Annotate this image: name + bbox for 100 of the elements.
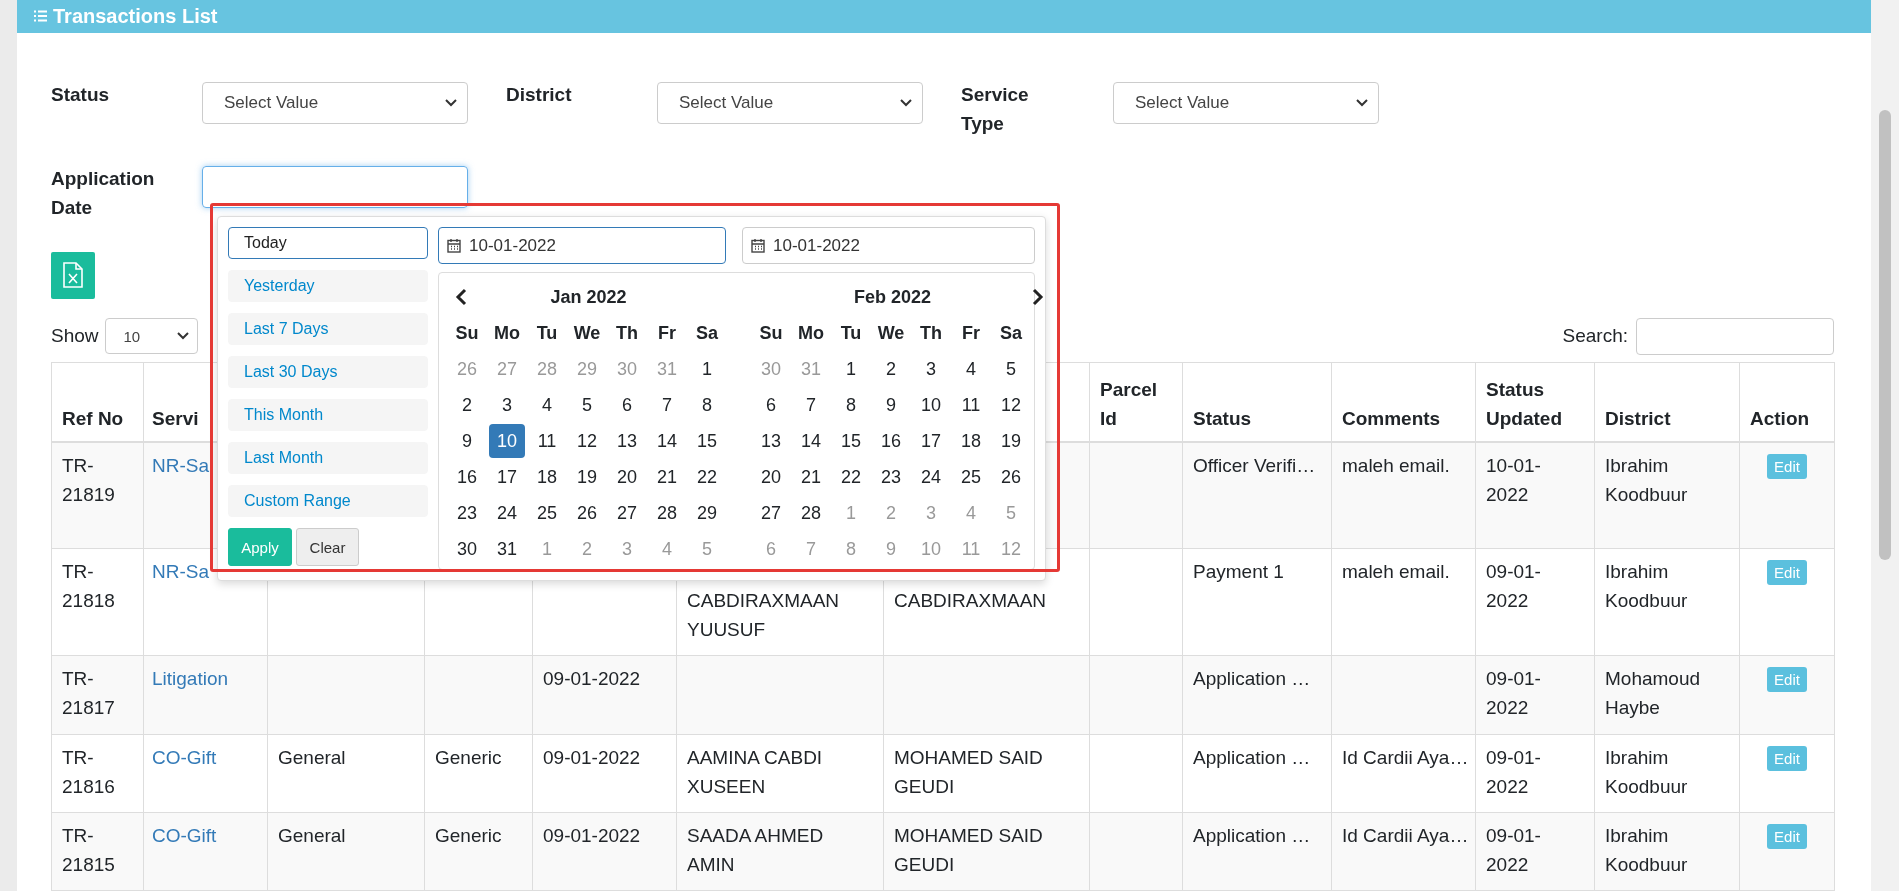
calendar-day[interactable]: 23 (873, 460, 909, 494)
calendar-day[interactable]: 5 (569, 388, 605, 422)
calendar-icon (447, 238, 461, 253)
calendar-day[interactable]: 10 (913, 388, 949, 422)
calendar-day[interactable]: 3 (489, 388, 525, 422)
calendar-day[interactable]: 2 (449, 388, 485, 422)
calendar-day[interactable]: 27 (609, 496, 645, 530)
calendar-day[interactable]: 5 (993, 352, 1029, 386)
date-range-field[interactable] (202, 165, 468, 208)
calendar-day[interactable]: 19 (993, 424, 1029, 458)
calendar-day[interactable]: 27 (753, 496, 789, 530)
calendar-day[interactable]: 15 (833, 424, 869, 458)
calendar-day[interactable]: 6 (753, 388, 789, 422)
calendar-day[interactable]: 25 (529, 496, 565, 530)
calendar-day[interactable]: 30 (449, 532, 485, 566)
show-label: Show (51, 325, 99, 347)
column-header: District (1605, 407, 1671, 429)
calendar-day[interactable]: 16 (449, 460, 485, 494)
calendar-day[interactable]: 21 (649, 460, 685, 494)
calendar-day[interactable]: 13 (609, 424, 645, 458)
calendar-day[interactable]: 2 (873, 352, 909, 386)
range-option[interactable]: Today (228, 227, 428, 259)
table-cell-text: 09-01-2022 (1486, 560, 1542, 613)
filter-label: Status (51, 82, 111, 107)
calendar-day[interactable]: 7 (649, 388, 685, 422)
calendar-day[interactable]: 24 (913, 460, 949, 494)
calendar-day[interactable]: 7 (793, 388, 829, 422)
column-header: Parcel Id (1100, 378, 1158, 429)
start-date-field[interactable]: 10-01-2022 (438, 227, 726, 264)
calendar-day[interactable]: 11 (529, 424, 565, 458)
calendar-day[interactable]: 16 (873, 424, 909, 458)
table-cell-text: CABDIRAXMAAN YUUSUF (687, 589, 841, 642)
range-option[interactable]: Last 30 Days (228, 356, 428, 388)
range-option[interactable]: Last 7 Days (228, 313, 428, 345)
calendar-day[interactable]: 23 (449, 496, 485, 530)
calendar-day[interactable]: 4 (529, 388, 565, 422)
calendar-day[interactable]: 10 (489, 424, 525, 458)
weekday-label: Mo (493, 321, 521, 345)
list-icon (34, 10, 47, 23)
range-option[interactable]: Last Month (228, 442, 428, 474)
calendar-day[interactable]: 17 (489, 460, 525, 494)
calendar-day[interactable]: 24 (489, 496, 525, 530)
calendar-day[interactable]: 28 (793, 496, 829, 530)
export-button[interactable] (51, 251, 95, 299)
calendar-day[interactable]: 9 (873, 388, 909, 422)
calendar-day[interactable]: 26 (569, 496, 605, 530)
weekday-label: Sa (695, 321, 719, 345)
calendar-day[interactable]: 13 (753, 424, 789, 458)
calendar-day[interactable]: 22 (833, 460, 869, 494)
calendar-day[interactable]: 28 (649, 496, 685, 530)
table-cell: maleh email. (1342, 454, 1450, 476)
calendar-day[interactable]: 21 (793, 460, 829, 494)
service-link[interactable]: CO-Gift (152, 825, 217, 846)
service-link[interactable]: NR-Sa (152, 454, 209, 476)
calendar-day[interactable]: 14 (649, 424, 685, 458)
calendar-day[interactable]: 11 (953, 388, 989, 422)
calendar-day[interactable]: 12 (993, 388, 1029, 422)
column-header: Servi (152, 407, 199, 429)
service-link[interactable]: CO-Gift (152, 747, 217, 768)
calendar-day[interactable]: 20 (609, 460, 645, 494)
range-option[interactable]: This Month (228, 399, 428, 431)
previous-month-icon[interactable] (455, 288, 467, 306)
select-field[interactable]: Select Value (657, 81, 923, 124)
calendar-day[interactable]: 1 (833, 352, 869, 386)
clear-button[interactable]: Clear (296, 528, 359, 566)
calendar-day[interactable]: 4 (953, 352, 989, 386)
calendar-day[interactable]: 9 (449, 424, 485, 458)
calendar-day[interactable]: 18 (529, 460, 565, 494)
select-field[interactable]: Select Value (1113, 81, 1379, 124)
filter-label: Application Date (51, 166, 156, 220)
calendar-day[interactable]: 20 (753, 460, 789, 494)
calendar-day[interactable]: 12 (569, 424, 605, 458)
calendar-day[interactable]: 6 (609, 388, 645, 422)
calendar-day[interactable]: 29 (689, 496, 725, 530)
page-size-select[interactable]: 10 (104, 318, 198, 354)
table-cell: 09-01-2022 (543, 825, 641, 846)
calendar-day[interactable]: 17 (913, 424, 949, 458)
calendar-day[interactable]: 8 (689, 388, 725, 422)
range-option[interactable]: Yesterday (228, 270, 428, 302)
range-option[interactable]: Custom Range (228, 485, 428, 517)
calendar-day[interactable]: 31 (489, 532, 525, 566)
end-date-field[interactable]: 10-01-2022 (742, 227, 1035, 264)
table-cell-text: 09-01-2022 (1486, 746, 1542, 799)
calendar-day[interactable]: 15 (689, 424, 725, 458)
calendar-day[interactable]: 18 (953, 424, 989, 458)
select-field[interactable]: Select Value (202, 81, 468, 124)
calendar-day[interactable]: 19 (569, 460, 605, 494)
calendar-day[interactable]: 14 (793, 424, 829, 458)
calendar-day[interactable]: 3 (913, 352, 949, 386)
calendar-day[interactable]: 8 (833, 388, 869, 422)
table-cell: Mohamoud Haybe (1605, 668, 1701, 718)
service-link[interactable]: Litigation (152, 668, 229, 689)
service-link[interactable]: NR-Sa (152, 561, 209, 582)
search-field[interactable] (1636, 317, 1834, 355)
calendar-day[interactable]: 26 (993, 460, 1029, 494)
next-month-icon[interactable] (1032, 288, 1044, 306)
calendar-day[interactable]: 22 (689, 460, 725, 494)
chevron-down-icon (900, 98, 912, 107)
calendar-day[interactable]: 25 (953, 460, 989, 494)
calendar-day[interactable]: 1 (689, 352, 725, 386)
